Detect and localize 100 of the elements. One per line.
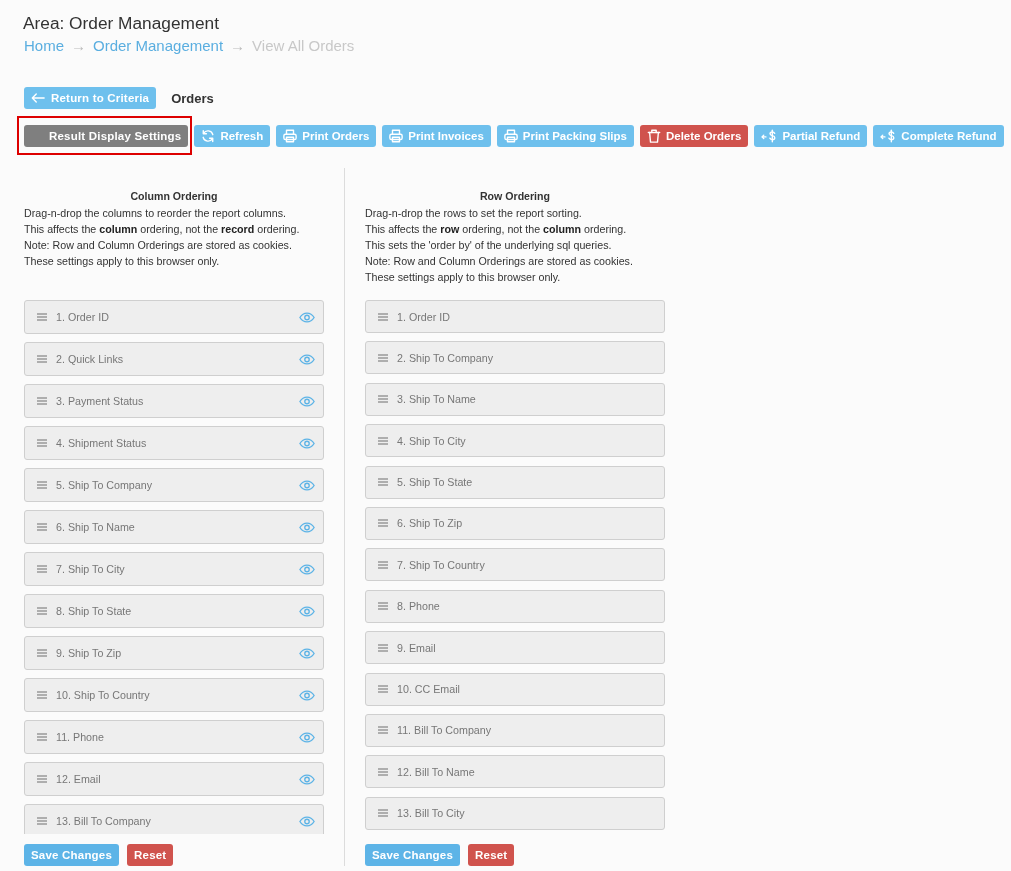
drag-handle-icon[interactable] — [378, 643, 388, 652]
drag-handle-icon[interactable] — [37, 355, 47, 363]
sortable-item[interactable]: 11. Bill To Company — [365, 713, 665, 747]
refund-icon — [880, 129, 897, 143]
sortable-item[interactable]: 7. Ship To City — [24, 552, 324, 586]
item-label: 9. Email — [397, 641, 437, 654]
drag-handle-icon[interactable] — [378, 685, 388, 693]
reset-button[interactable]: Reset — [468, 844, 515, 866]
sortable-item[interactable]: 8. Phone — [365, 589, 665, 623]
drag-handle-icon[interactable] — [378, 312, 388, 321]
item-label: 5. Ship To Company — [56, 479, 154, 491]
drag-handle-icon[interactable] — [378, 809, 388, 818]
breadcrumb-link[interactable]: Order Management — [93, 37, 224, 55]
delete-button[interactable]: Delete Orders — [639, 125, 749, 147]
trash-icon — [646, 129, 661, 143]
save-changes-button[interactable]: Save Changes — [24, 844, 120, 866]
sortable-item[interactable]: 2. Quick Links — [24, 342, 324, 376]
item-label: 1. Order ID — [397, 310, 451, 323]
sortable-item[interactable]: 7. Ship To Country — [365, 548, 665, 582]
eye-icon[interactable] — [299, 773, 315, 785]
sortable-item[interactable]: 13. Bill To Company — [24, 804, 324, 834]
save-changes-button[interactable]: Save Changes — [365, 844, 461, 866]
item-label: 3. Payment Status — [56, 395, 145, 407]
drag-handle-icon[interactable] — [37, 691, 47, 699]
eye-icon[interactable] — [299, 437, 315, 449]
drag-handle-icon[interactable] — [378, 560, 388, 569]
eye-icon[interactable] — [299, 731, 315, 743]
drag-handle-icon[interactable] — [37, 607, 47, 615]
item-label: 11. Phone — [56, 731, 105, 743]
refund-icon — [761, 129, 778, 143]
sortable-item[interactable]: 5. Ship To Company — [24, 468, 324, 502]
item-label: 8. Phone — [397, 600, 441, 613]
sortable-item[interactable]: 10. Ship To Country — [24, 678, 324, 712]
sortable-item[interactable]: 12. Bill To Name — [365, 755, 665, 789]
eye-icon[interactable] — [299, 563, 315, 575]
sortable-item[interactable]: 12. Email — [24, 762, 324, 796]
eye-icon[interactable] — [299, 311, 315, 323]
sortable-item[interactable]: 2. Ship To Company — [365, 341, 665, 375]
description-text: These settings apply to this browser only. — [24, 254, 221, 269]
sortable-item[interactable]: 11. Phone — [24, 720, 324, 754]
item-label: 5. Ship To State — [397, 476, 474, 489]
drag-handle-icon[interactable] — [378, 726, 388, 735]
drag-handle-icon[interactable] — [378, 478, 388, 487]
sortable-item[interactable]: 1. Order ID — [24, 300, 324, 334]
item-label: 13. Bill To Company — [56, 815, 152, 827]
item-label: 3. Ship To Name — [397, 393, 477, 406]
sortable-item[interactable]: 10. CC Email — [365, 672, 665, 706]
eye-icon[interactable] — [299, 521, 315, 533]
drag-handle-icon[interactable] — [37, 775, 47, 783]
sortable-item[interactable]: 5. Ship To State — [365, 465, 665, 499]
drag-handle-icon[interactable] — [37, 481, 47, 489]
description-text: Note: Row and Column Orderings are stored as cookies. — [365, 254, 634, 269]
sortable-item[interactable]: 6. Ship To Name — [24, 510, 324, 544]
drag-handle-icon[interactable] — [378, 436, 388, 445]
drag-handle-icon[interactable] — [37, 733, 47, 741]
item-label: 11. Bill To Company — [397, 724, 493, 737]
sortable-item[interactable]: 4. Shipment Status — [24, 426, 324, 460]
drag-handle-icon[interactable] — [37, 817, 47, 825]
drag-handle-icon[interactable] — [378, 395, 388, 404]
sortable-item[interactable]: 3. Ship To Name — [365, 382, 665, 416]
sortable-item[interactable]: 3. Payment Status — [24, 384, 324, 418]
sortable-item[interactable]: 13. Bill To City — [365, 796, 665, 830]
sortable-item[interactable]: 8. Ship To State — [24, 594, 324, 628]
drag-handle-icon[interactable] — [37, 439, 47, 447]
eye-icon[interactable] — [299, 479, 315, 491]
item-label: 12. Bill To Name — [397, 765, 476, 778]
reset-button[interactable]: Reset — [127, 844, 174, 866]
panel-heading: Row Ordering — [478, 189, 551, 204]
eye-icon[interactable] — [299, 353, 315, 365]
drag-handle-icon[interactable] — [37, 565, 47, 573]
item-label: 2. Quick Links — [56, 353, 125, 365]
eye-icon[interactable] — [299, 605, 315, 617]
item-label: 13. Bill To City — [397, 807, 466, 820]
sortable-item[interactable]: 1. Order ID — [365, 300, 665, 333]
settings-button[interactable]: Result Display Settings — [24, 125, 189, 147]
drag-handle-icon[interactable] — [37, 397, 47, 405]
drag-handle-icon[interactable] — [37, 649, 47, 657]
drag-handle-icon[interactable] — [378, 767, 388, 776]
eye-icon[interactable] — [299, 647, 315, 659]
sortable-item[interactable]: 9. Email — [365, 631, 665, 665]
breadcrumb-link[interactable]: Home — [24, 37, 64, 55]
eye-icon[interactable] — [299, 815, 315, 827]
item-label: 6. Ship To Name — [56, 521, 136, 533]
description-text: Drag-n-drop the rows to set the report sorting. — [365, 206, 583, 221]
description-text: This sets the 'order by' of the underlying sql queries. — [365, 238, 613, 253]
item-label: 12. Email — [56, 773, 102, 785]
drag-handle-icon[interactable] — [378, 519, 388, 528]
printer-icon — [389, 129, 404, 143]
drag-handle-icon[interactable] — [378, 602, 388, 611]
sortable-item[interactable]: 9. Ship To Zip — [24, 636, 324, 670]
eye-icon[interactable] — [299, 395, 315, 407]
drag-handle-icon[interactable] — [37, 523, 47, 531]
sortable-item[interactable]: 6. Ship To Zip — [365, 506, 665, 540]
item-label: 2. Ship To Company — [397, 351, 495, 364]
sortable-item[interactable]: 4. Ship To City — [365, 424, 665, 458]
drag-handle-icon[interactable] — [378, 353, 388, 362]
drag-handle-icon[interactable] — [37, 313, 47, 321]
page-title: Area: Order Management — [23, 12, 220, 34]
description-text: Drag-n-drop the columns to reorder the report columns. — [24, 206, 287, 221]
eye-icon[interactable] — [299, 689, 315, 701]
